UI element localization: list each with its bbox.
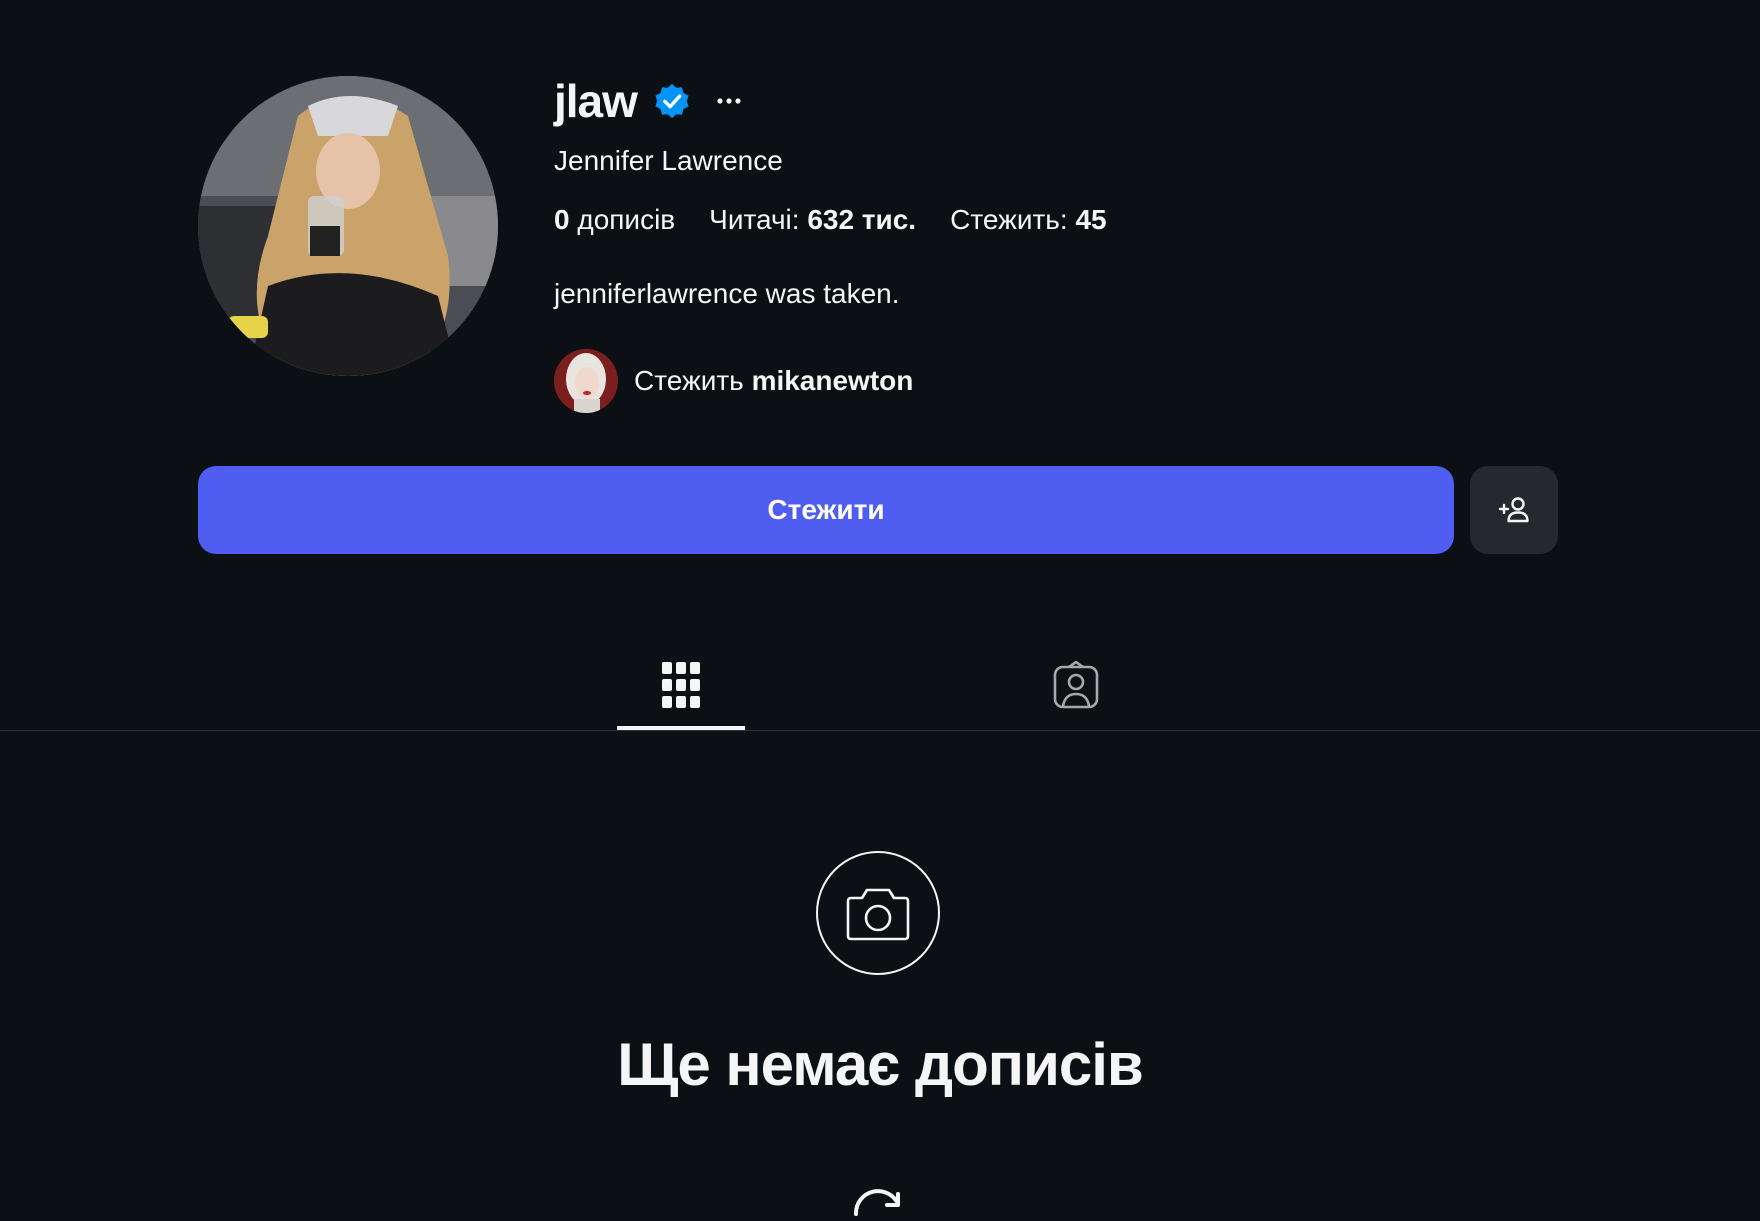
followed-by-text: Стежить mikanewton [634,365,913,397]
followers-count: 632 тис. [807,204,917,235]
more-options-icon[interactable] [709,81,749,121]
grid-icon [662,662,700,708]
followed-by-avatar [554,349,618,413]
following-label: Стежить: [950,204,1068,235]
followed-by-photo [554,349,618,413]
profile-photo [198,76,498,376]
posts-count-stat: 0 дописів [554,202,675,238]
tab-posts[interactable] [617,640,745,730]
profile-info: jlaw Jennifer Lawrence 0 дописів Читачі: [554,70,1554,414]
profile-bio: jenniferlawrence was taken. [554,278,900,309]
tab-tagged[interactable] [1012,640,1140,730]
followed-by-prefix: Стежить [634,365,744,396]
followed-by-username: mikanewton [751,365,914,396]
profile-avatar[interactable] [198,76,498,376]
camera-icon [846,888,910,941]
followers-label: Читачі: [709,204,800,235]
followers-stat[interactable]: Читачі: 632 тис. [709,202,916,238]
profile-stats: 0 дописів Читачі: 632 тис. Стежить: 45 [554,202,1554,238]
full-name: Jennifer Lawrence [554,145,783,176]
profile-page: jlaw Jennifer Lawrence 0 дописів Читачі: [0,0,1760,1221]
tagged-person-icon [1053,661,1099,709]
posts-count: 0 [554,204,570,235]
suggested-accounts-button[interactable] [1470,466,1558,554]
empty-state-title: Ще немає дописів [617,1031,1144,1098]
following-stat[interactable]: Стежить: 45 [950,202,1107,238]
posts-label: дописів [577,204,676,235]
name-row: jlaw [554,70,1554,132]
loading-spinner-icon [853,1189,900,1216]
verified-badge-icon [655,83,689,119]
username: jlaw [554,75,638,127]
followed-by[interactable]: Стежить mikanewton [554,348,1554,414]
tabs-divider [0,730,1760,731]
follow-button[interactable]: Стежити [198,466,1454,554]
following-count: 45 [1075,204,1107,235]
empty-state-camera [816,851,940,975]
add-person-icon [1498,497,1529,523]
